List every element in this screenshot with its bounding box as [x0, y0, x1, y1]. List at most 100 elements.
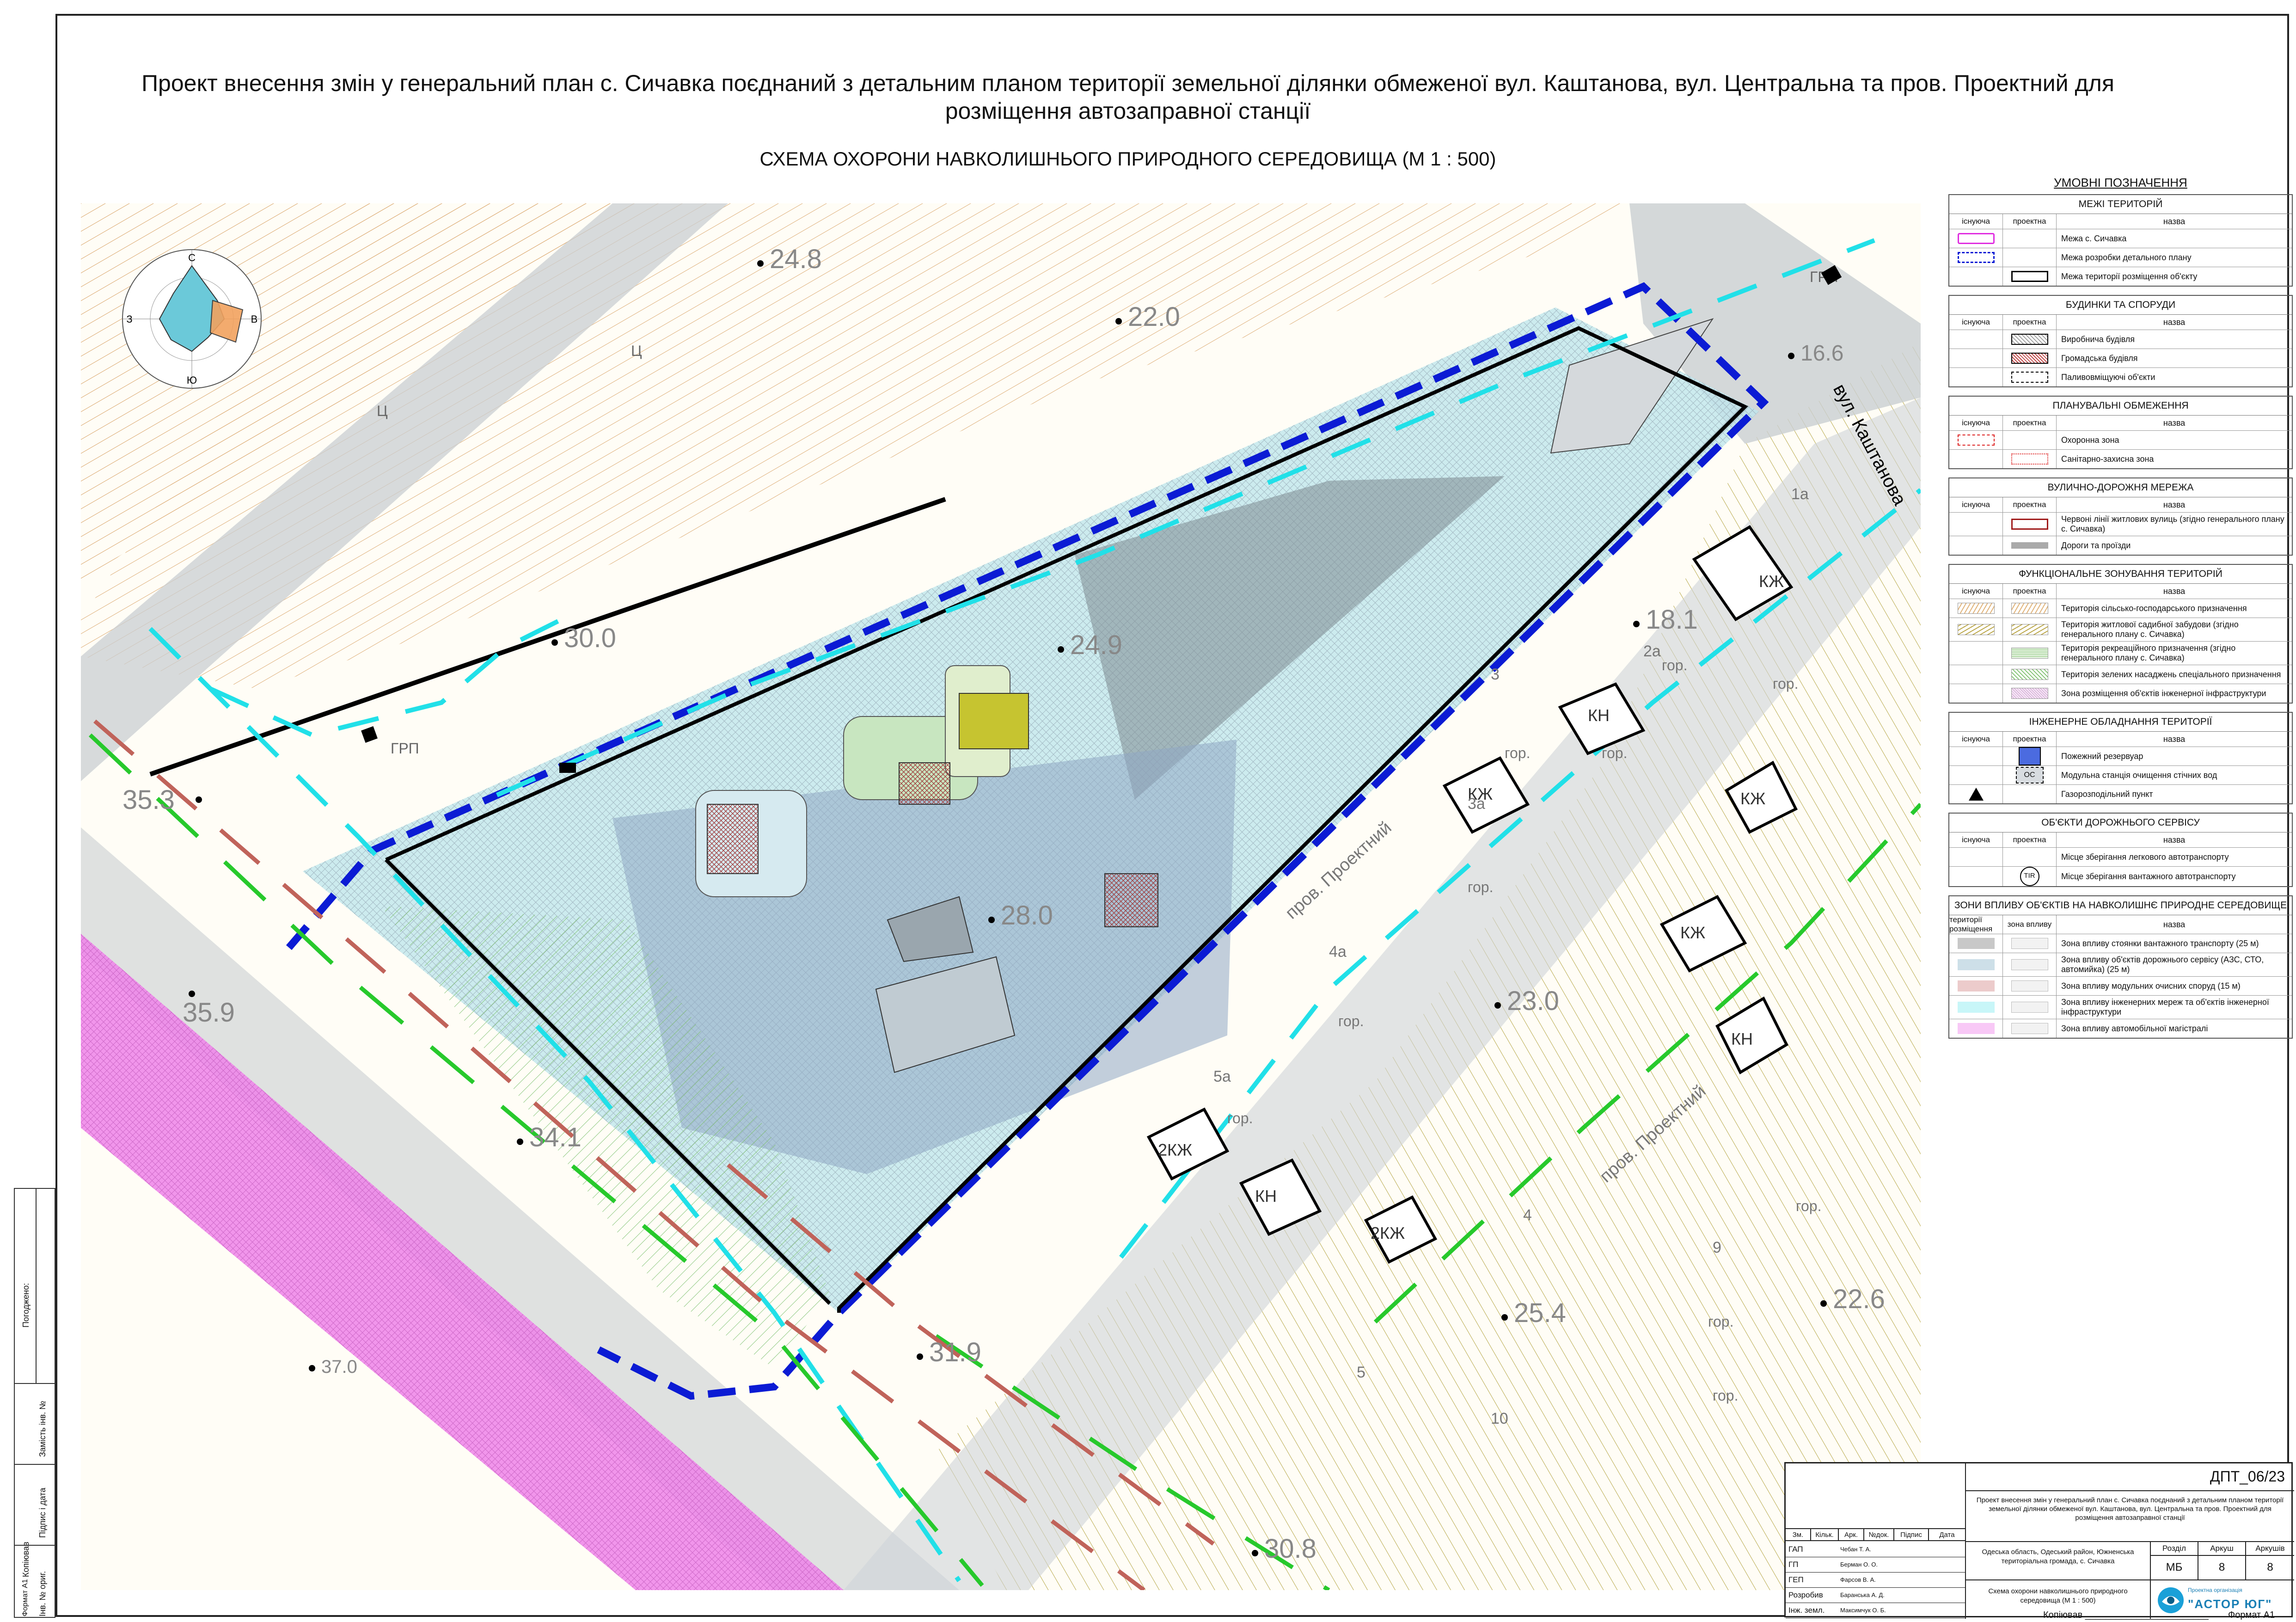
legend-section: ФУНКЦІОНАЛЬНЕ ЗОНУВАННЯ ТЕРИТОРІЙ існуюча…: [1948, 564, 2293, 704]
legend-item-label: Зона впливу інженерних мереж та об'єктів…: [2061, 998, 2269, 1016]
elevation-label: 28.0: [1001, 900, 1053, 930]
legend-panel: УМОВНІ ПОЗНАЧЕННЯ МЕЖІ ТЕРИТОРІЙ існуюча п…: [1948, 176, 2293, 1047]
building-label: КЖ: [1759, 572, 1784, 591]
elevation-label: 35.9: [183, 998, 235, 1028]
legend-item-label: Межа території розміщення об'єкту: [2061, 271, 2198, 281]
legend-swatch-project: [2003, 684, 2057, 703]
stamp-role-row: Інж. земл. Максимчук О. Б.: [1786, 1603, 1966, 1618]
land-label: гор.: [1505, 745, 1530, 761]
legend-item-label: Санітарно-захисна зона: [2061, 454, 2154, 464]
legend-col-existing: існуюча: [1949, 214, 2003, 229]
stamp-role-row: ГАП Чебан Т. А.: [1786, 1542, 1966, 1557]
legend-section-heading: ЗОНИ ВПЛИВУ ОБ'ЄКТІВ НА НАВКОЛИШНЄ ПРИРО…: [1949, 896, 2292, 915]
legend-swatch-project: [2003, 330, 2057, 349]
legend-item-label: Паливовміщуючі об'єкти: [2061, 372, 2155, 382]
legend-col-name: назва: [2163, 317, 2186, 327]
stamp-col-header: Зм.: [1786, 1529, 1811, 1540]
stamp-col-header: №док.: [1864, 1529, 1894, 1540]
elevation-label: 30.0: [564, 623, 616, 653]
site-plan-map[interactable]: С Ю З В 24.8 22.0 30.0 24.9 35.3 28.0 35…: [81, 203, 1921, 1590]
legend-section-heading: ВУЛИЧНО-ДОРОЖНЯ МЕРЕЖА: [1949, 478, 2292, 497]
agreed-label: Погоджено:: [21, 1283, 31, 1328]
legend-swatch-existing: [1949, 450, 2003, 468]
legend-item: TIR Місце зберігання вантажного автотранс…: [1949, 867, 2292, 886]
stamp-val-sheet: 8: [2198, 1556, 2246, 1580]
legend-section: ОБ'ЄКТИ ДОРОЖНЬОГО СЕРВІСУ існуюча проектн…: [1948, 813, 2293, 887]
wind-e: В: [251, 313, 258, 325]
legend-swatch-existing: [1949, 267, 2003, 286]
legend-item-label: Охоронна зона: [2061, 435, 2119, 445]
legend-item-label: Межа розробки детального плану: [2061, 252, 2192, 262]
legend-item-label: Територія рекреаційного призначення (згі…: [2061, 643, 2236, 662]
drawing-subtitle: СХЕМА ОХОРОНИ НАВКОЛИШНЬОГО ПРИРОДНОГО С…: [759, 148, 1496, 170]
legend-item-label: Виробнича будівля: [2061, 334, 2135, 344]
stamp-project-desc: Проект внесення змін у генеральний план …: [1966, 1491, 2294, 1542]
legend-item: Зона впливу модульних очисних споруд (15…: [1949, 977, 2292, 996]
plot-number: 4а: [1329, 943, 1347, 961]
legend-item-label: Територія сільсько-господарського призна…: [2061, 603, 2247, 613]
elevation-label: 16.6: [1800, 341, 1843, 366]
legend-swatch-existing: [1949, 934, 2003, 953]
legend-section-heading: БУДИНКИ ТА СПОРУДИ: [1949, 296, 2292, 315]
building-label: КН: [1588, 706, 1610, 725]
legend-swatch-project: [2003, 934, 2057, 953]
legend-section: МЕЖІ ТЕРИТОРІЙ існуюча проектна назва Межа с…: [1948, 194, 2293, 287]
legend-item-label: Зона впливу автомобільної магістралі: [2061, 1023, 2208, 1033]
stamp-col-header: Дата: [1929, 1529, 1966, 1540]
legend-item: Зона впливу інженерних мереж та об'єктів…: [1949, 996, 2292, 1019]
legend-swatch-existing: [1949, 248, 2003, 267]
left-margin-block: Погоджено: Замість інв. № Підпис і дата …: [14, 1188, 55, 1618]
plot-number: 3а: [1468, 795, 1485, 813]
stamp-person-name: Берман О. О.: [1840, 1561, 1878, 1568]
land-label: гор.: [1708, 1313, 1733, 1330]
legend-swatch-project: [2003, 785, 2057, 803]
building-label: КН: [1255, 1187, 1277, 1206]
stamp-col-header: Підпис: [1894, 1529, 1929, 1540]
legend-swatch-existing: [1949, 977, 2003, 995]
legend-swatch-project: [2003, 1019, 2057, 1038]
legend-section-heading: ІНЖЕНЕРНЕ ОБЛАДНАННЯ ТЕРИТОРІЇ: [1949, 713, 2292, 732]
legend-section: БУДИНКИ ТА СПОРУДИ існуюча проектна назва Ви…: [1948, 295, 2293, 387]
legend-col-existing: існуюча: [1949, 732, 2003, 747]
legend-swatch-existing: [1949, 867, 2003, 886]
land-label: гор.: [1338, 1013, 1364, 1029]
inv-label: Інв. № ориг.: [38, 1571, 47, 1616]
legend-col-name: назва: [2163, 418, 2186, 428]
legend-item-label: Зона розміщення об'єктів інженерної інфр…: [2061, 688, 2266, 698]
legend-swatch-existing: [1949, 996, 2003, 1019]
stamp-person-name: Баранська А. Д.: [1840, 1591, 1885, 1598]
legend-item-label: Межа с. Сичавка: [2061, 233, 2127, 243]
legend-item: Межа території розміщення об'єкту: [1949, 267, 2292, 286]
building-label: КН: [1731, 1029, 1753, 1048]
legend-swatch-project: [2003, 953, 2057, 976]
legend-item: Виробнича будівля: [1949, 330, 2292, 349]
legend-section: ПЛАНУВАЛЬНІ ОБМЕЖЕННЯ існуюча проектна назв…: [1948, 396, 2293, 469]
building-label: 2КЖ: [1371, 1224, 1405, 1243]
drawing-code: ДПТ_06/23: [2210, 1468, 2285, 1485]
stamp-hdr-section: Розділ: [2151, 1542, 2198, 1556]
legend-item: Зона впливу стоянки вантажного транспорт…: [1949, 934, 2292, 953]
legend-col-project: проектна: [2003, 832, 2057, 847]
legend-swatch-project: [2003, 747, 2057, 765]
plot-number: 5: [1357, 1364, 1365, 1381]
stamp-person-name: Фарсов В. А.: [1840, 1576, 1876, 1583]
legend-item: Територія зелених насаджень спеціального…: [1949, 665, 2292, 684]
legend-col-existing: існуюча: [1949, 584, 2003, 599]
drawing-title: Проект внесення змін у генеральний план …: [141, 70, 2114, 124]
legend-item-label: Дороги та проїзди: [2061, 540, 2131, 550]
stamp-sheet-info: Розділ Аркуш Аркушів МБ 8 8: [2151, 1542, 2294, 1580]
legend-swatch-project: [2003, 642, 2057, 665]
land-label: гор.: [1796, 1198, 1821, 1214]
legend-swatch-project: [2003, 513, 2057, 536]
legend-swatch-existing: [1949, 431, 2003, 449]
plot-number: 3: [1491, 666, 1500, 683]
legend-swatch-project: [2003, 977, 2057, 995]
copied-label: Копіював ________________________: [2043, 1610, 2209, 1620]
legend-swatch-existing: [1949, 1019, 2003, 1038]
legend-item: Газорозподільний пункт: [1949, 785, 2292, 803]
legend-swatch-project: [2003, 996, 2057, 1019]
land-label: гор.: [1227, 1110, 1253, 1126]
wind-n: С: [188, 252, 196, 263]
legend-swatch-project: [2003, 248, 2057, 267]
legend-item-label: Газорозподільний пункт: [2061, 789, 2153, 799]
